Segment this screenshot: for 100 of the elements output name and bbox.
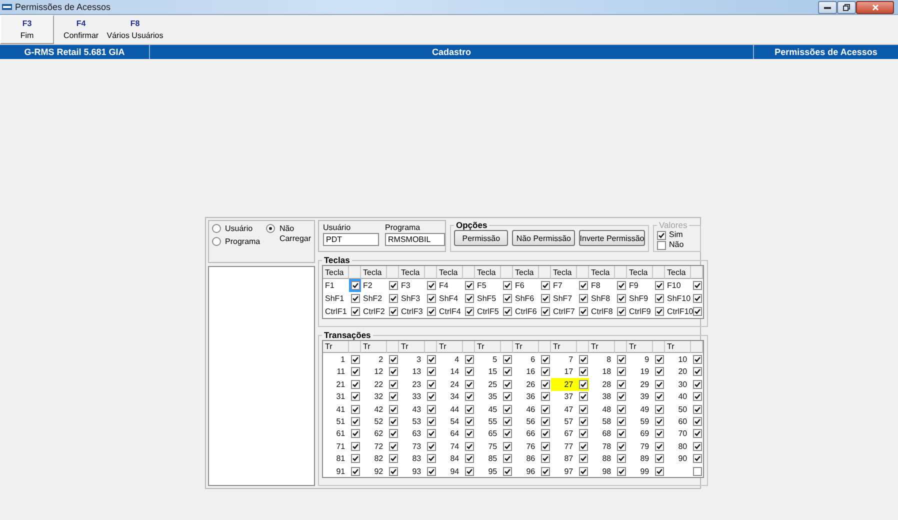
checkbox[interactable] (692, 454, 702, 464)
checkbox[interactable] (692, 429, 702, 438)
checkbox[interactable] (692, 466, 702, 476)
checkbox[interactable] (654, 380, 664, 389)
checkbox[interactable] (502, 392, 512, 402)
checkbox[interactable] (350, 392, 360, 402)
checkbox[interactable] (654, 429, 664, 438)
checkbox[interactable] (540, 380, 550, 389)
close-button[interactable] (856, 0, 894, 14)
input-field[interactable]: PDT (323, 233, 379, 246)
radio-button[interactable] (212, 224, 221, 233)
checkbox[interactable] (654, 355, 664, 364)
checkbox[interactable] (502, 429, 512, 438)
input-field[interactable]: RMSMOBIL (385, 233, 445, 246)
checkbox[interactable] (578, 404, 588, 414)
checkbox[interactable] (388, 307, 398, 316)
checkbox[interactable] (502, 417, 512, 426)
checkbox[interactable] (616, 307, 626, 316)
checkbox[interactable] (350, 281, 360, 290)
action-button[interactable]: Não Permissão (512, 230, 575, 246)
checkbox[interactable] (502, 466, 512, 476)
checkbox[interactable] (578, 281, 588, 290)
checkbox[interactable] (654, 454, 664, 464)
checkbox[interactable] (464, 454, 474, 464)
checkbox[interactable] (426, 442, 436, 451)
checkbox[interactable] (350, 454, 360, 464)
checkbox[interactable] (350, 367, 360, 376)
checkbox[interactable] (350, 429, 360, 438)
checkbox[interactable] (540, 429, 550, 438)
checkbox[interactable] (616, 367, 626, 376)
toolbar-button[interactable]: F3 Fim (0, 15, 54, 44)
checkbox[interactable] (578, 367, 588, 376)
checkbox[interactable] (502, 454, 512, 464)
checkbox[interactable] (578, 429, 588, 438)
checkbox[interactable] (388, 466, 398, 476)
checkbox[interactable] (502, 355, 512, 364)
checkbox[interactable] (464, 355, 474, 364)
checkbox[interactable] (464, 404, 474, 414)
checkbox[interactable] (692, 404, 702, 414)
checkbox[interactable] (616, 429, 626, 438)
checkbox[interactable] (654, 367, 664, 376)
checkbox[interactable] (578, 417, 588, 426)
checkbox[interactable] (616, 294, 626, 303)
checkbox[interactable] (654, 294, 664, 303)
checkbox[interactable] (464, 429, 474, 438)
restore-button[interactable] (837, 0, 856, 14)
checkbox[interactable] (502, 442, 512, 451)
checkbox[interactable] (540, 307, 550, 316)
checkbox[interactable] (692, 417, 702, 426)
checkbox[interactable] (426, 417, 436, 426)
checkbox[interactable] (502, 404, 512, 414)
checkbox[interactable] (426, 392, 436, 402)
checkbox[interactable] (388, 417, 398, 426)
checkbox[interactable] (654, 404, 664, 414)
checkbox[interactable] (426, 380, 436, 389)
checkbox[interactable] (350, 380, 360, 389)
checkbox[interactable] (616, 404, 626, 414)
checkbox[interactable] (388, 380, 398, 389)
checkbox[interactable] (388, 429, 398, 438)
checkbox[interactable] (692, 392, 702, 402)
checkbox[interactable] (388, 392, 398, 402)
checkbox[interactable] (350, 307, 360, 316)
checkbox[interactable] (426, 281, 436, 290)
checkbox[interactable] (540, 454, 550, 464)
checkbox[interactable] (692, 367, 702, 376)
checkbox[interactable] (464, 294, 474, 303)
checkbox[interactable] (350, 466, 360, 476)
checkbox[interactable] (388, 355, 398, 364)
checkbox[interactable] (350, 355, 360, 364)
checkbox[interactable] (426, 307, 436, 316)
toolbar-button[interactable]: F8 Vários Usuários (108, 15, 162, 44)
checkbox[interactable] (692, 281, 702, 290)
checkbox[interactable] (426, 466, 436, 476)
checkbox[interactable] (388, 454, 398, 464)
checkbox[interactable] (692, 380, 702, 389)
checkbox[interactable] (388, 404, 398, 414)
checkbox[interactable] (426, 404, 436, 414)
checkbox[interactable] (388, 294, 398, 303)
checkbox[interactable] (540, 442, 550, 451)
checkbox[interactable] (388, 367, 398, 376)
checkbox[interactable] (654, 417, 664, 426)
checkbox[interactable] (616, 417, 626, 426)
checkbox[interactable] (654, 281, 664, 290)
checkbox[interactable] (578, 380, 588, 389)
checkbox[interactable] (616, 466, 626, 476)
checkbox[interactable] (616, 442, 626, 451)
checkbox[interactable] (616, 355, 626, 364)
checkbox[interactable] (692, 307, 702, 316)
checkbox[interactable] (464, 417, 474, 426)
checkbox[interactable] (578, 355, 588, 364)
checkbox[interactable] (540, 466, 550, 476)
checkbox[interactable] (616, 380, 626, 389)
checkbox[interactable] (654, 466, 664, 476)
toolbar-button[interactable]: F4 Confirmar (54, 15, 108, 44)
checkbox[interactable] (540, 294, 550, 303)
radio-button[interactable] (212, 237, 221, 246)
checkbox[interactable] (540, 367, 550, 376)
checkbox[interactable] (616, 281, 626, 290)
checkbox[interactable] (426, 355, 436, 364)
checkbox[interactable] (578, 454, 588, 464)
